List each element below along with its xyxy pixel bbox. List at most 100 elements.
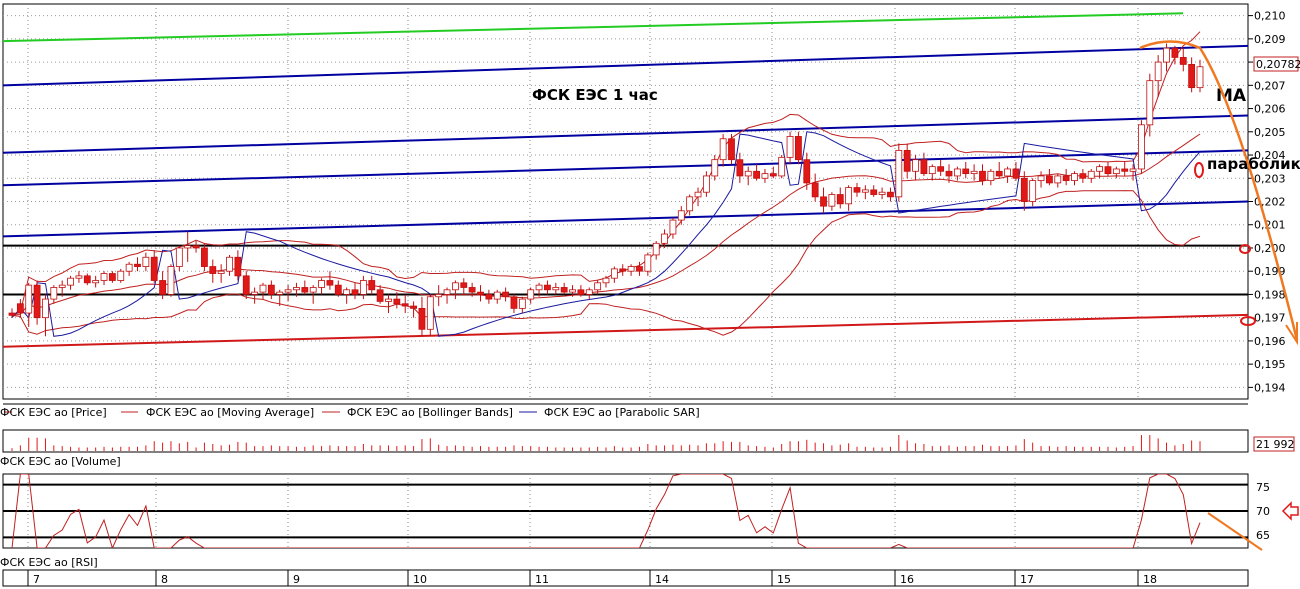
- x-tick-label-15: 15: [777, 573, 791, 586]
- candle-body-125: [1054, 175, 1062, 184]
- candle-body-23: [201, 247, 208, 267]
- candle-body-117: [987, 170, 995, 181]
- candle-body-56: [477, 291, 484, 295]
- candle-body-34: [293, 287, 300, 291]
- candle-body-103: [870, 189, 878, 195]
- candle-body-72: [610, 268, 618, 279]
- candle-body-104: [878, 191, 886, 195]
- candle-body-19: [167, 266, 175, 295]
- rsi-tick-75: 75: [1256, 481, 1270, 494]
- candle-body-94: [795, 136, 802, 161]
- candle-body-107: [903, 149, 911, 172]
- rsi-panel-label: ФСК ЕЭС ао [RSI]: [0, 556, 98, 569]
- candle-body-47: [401, 303, 409, 307]
- candle-body-45: [385, 298, 392, 302]
- candle-body-99: [836, 194, 844, 205]
- price-plot-frame: [2, 3, 1249, 400]
- x-tick-label-10: 10: [413, 573, 427, 586]
- volume-value-label: 21 992: [1256, 438, 1295, 451]
- candle-body-122: [1029, 180, 1037, 202]
- candle-body-69: [585, 289, 593, 295]
- candle-body-64: [544, 284, 551, 291]
- candle-body-119: [1004, 168, 1011, 177]
- price-chart: 0,2100,2090,2080,2070,2060,2050,2040,203…: [0, 3, 1300, 587]
- rsi-tick-65: 65: [1256, 529, 1270, 542]
- candle-body-83: [702, 175, 710, 193]
- candle-body-80: [677, 210, 685, 221]
- candle-body-32: [276, 291, 284, 295]
- candle-body-73: [619, 268, 627, 272]
- candle-body-16: [142, 256, 150, 267]
- candle-body-88: [744, 170, 752, 177]
- candle-body-27: [234, 256, 242, 277]
- candle-body-26: [226, 256, 233, 272]
- x-tick-label-14: 14: [655, 573, 669, 586]
- candle-body-113: [953, 168, 961, 177]
- candle-body-140: [1179, 57, 1187, 65]
- candle-body-90: [761, 173, 769, 179]
- candle-body-97: [820, 196, 827, 207]
- candle-body-21: [184, 245, 192, 249]
- rsi-panel: [3, 474, 1248, 548]
- x-tick-label-8: 8: [161, 573, 168, 586]
- candle-body-5: [50, 287, 58, 300]
- candle-body-93: [786, 136, 794, 158]
- y-tick-label-0,200: 0,200: [1254, 242, 1286, 255]
- candle-body-61: [518, 298, 526, 309]
- x-tick-label-7: 7: [33, 573, 40, 586]
- price-legend: ФСК ЕЭС ао [Price] ФСК ЕЭС ао [Moving Av…: [0, 403, 1248, 419]
- candle-body-100: [845, 187, 853, 205]
- candle-body-123: [1037, 175, 1045, 181]
- candle-body-8: [75, 275, 83, 279]
- candle-body-81: [686, 196, 694, 212]
- candle-body-129: [1087, 170, 1095, 179]
- candle-body-95: [803, 159, 811, 184]
- candle-body-116: [979, 170, 986, 181]
- candle-body-78: [661, 233, 668, 244]
- candle-body-101: [853, 187, 861, 193]
- x-tick-label-17: 17: [1020, 573, 1034, 586]
- candle-body-62: [527, 289, 535, 300]
- candle-body-105: [887, 191, 894, 198]
- candle-body-108: [912, 159, 919, 172]
- candle-body-65: [552, 287, 560, 291]
- candle-body-55: [468, 287, 476, 293]
- candle-body-9: [83, 275, 91, 284]
- candle-body-110: [928, 166, 936, 175]
- candle-body-36: [309, 287, 317, 293]
- candle-body-1: [16, 303, 24, 314]
- candle-body-91: [769, 173, 777, 177]
- x-tick-label-16: 16: [900, 573, 914, 586]
- candle-body-54: [460, 282, 468, 288]
- candle-body-24: [209, 266, 217, 274]
- y-tick-label-0,194: 0,194: [1254, 381, 1286, 394]
- candle-body-6: [58, 284, 66, 288]
- candle-body-137: [1154, 61, 1162, 82]
- candle-body-4: [42, 298, 49, 319]
- y-tick-label-0,205: 0,205: [1254, 126, 1286, 139]
- x-tick-label-18: 18: [1143, 573, 1157, 586]
- candle-body-128: [1079, 173, 1087, 179]
- legend-label-price: ФСК ЕЭС ао [Price]: [0, 406, 107, 419]
- candle-body-57: [485, 294, 493, 300]
- candle-body-18: [159, 280, 166, 295]
- candle-body-41: [351, 289, 359, 295]
- candle-body-58: [493, 291, 501, 300]
- legend-label-sar: ФСК ЕЭС ао [Parabolic SAR]: [544, 406, 700, 419]
- candle-body-2: [25, 284, 33, 314]
- candle-body-31: [267, 284, 275, 295]
- candle-body-33: [284, 289, 292, 293]
- candle-body-50: [426, 296, 434, 330]
- candle-body-49: [418, 307, 426, 330]
- candle-body-12: [108, 273, 116, 281]
- y-tick-label-0,207: 0,207: [1254, 79, 1286, 92]
- candle-body-136: [1146, 80, 1154, 126]
- candle-body-59: [502, 291, 510, 298]
- candle-body-51: [435, 294, 443, 298]
- x-tick-label-9: 9: [293, 573, 300, 586]
- rsi-level-arrow-icon: [1281, 501, 1299, 521]
- candle-body-70: [594, 282, 602, 291]
- candle-body-124: [1046, 175, 1053, 184]
- y-tick-label-0,198: 0,198: [1254, 288, 1286, 301]
- y-tick-label-0,195: 0,195: [1254, 358, 1286, 371]
